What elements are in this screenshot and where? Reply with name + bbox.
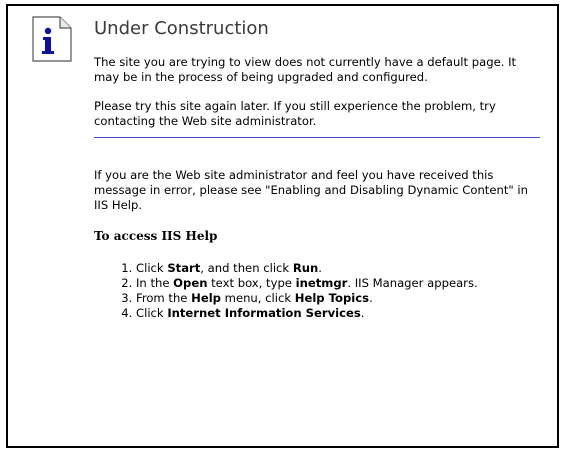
divider — [94, 137, 540, 138]
help-step: Click Start, and then click Run. — [136, 261, 540, 276]
message-content: Under Construction The site you are tryi… — [94, 18, 540, 321]
help-step: In the Open text box, type inetmgr. IIS … — [136, 276, 540, 291]
help-step: From the Help menu, click Help Topics. — [136, 291, 540, 306]
retry-paragraph: Please try this site again later. If you… — [94, 99, 496, 128]
help-steps-list: Click Start, and then click Run. In the … — [94, 261, 540, 321]
page-title: Under Construction — [94, 18, 269, 39]
description-paragraph: The site you are trying to view does not… — [94, 55, 517, 84]
help-heading: To access IIS Help — [94, 229, 218, 243]
help-step: Click Internet Information Services. — [136, 306, 540, 321]
page-frame: Under Construction The site you are tryi… — [6, 4, 559, 448]
info-icon — [32, 16, 72, 62]
admin-paragraph: If you are the Web site administrator an… — [94, 168, 528, 212]
